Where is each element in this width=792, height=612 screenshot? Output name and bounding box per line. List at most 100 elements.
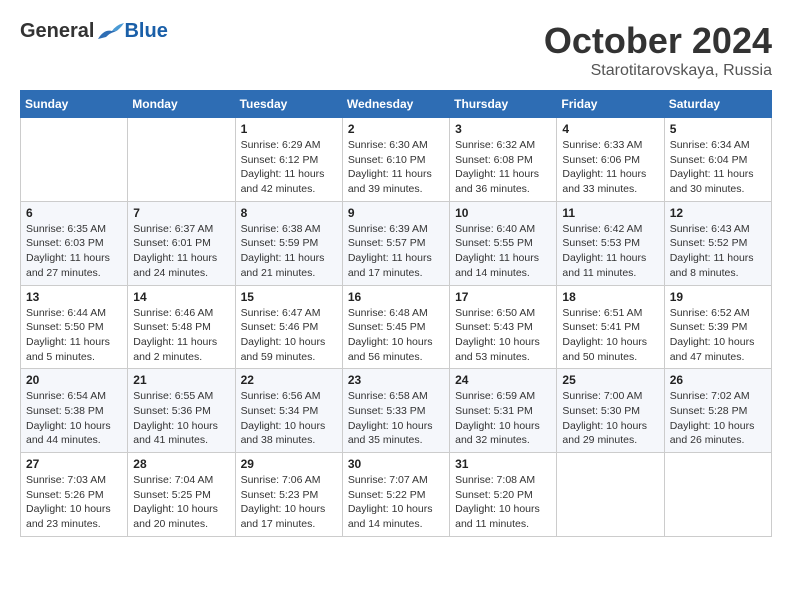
day-info: Sunrise: 6:58 AMSunset: 5:33 PMDaylight:… (348, 389, 444, 448)
calendar-day-cell (21, 118, 128, 202)
day-number: 6 (26, 206, 122, 220)
calendar-day-header: Tuesday (235, 91, 342, 118)
day-number: 5 (670, 122, 766, 136)
calendar-day-header: Wednesday (342, 91, 449, 118)
calendar-day-cell: 30 Sunrise: 7:07 AMSunset: 5:22 PMDayligh… (342, 453, 449, 537)
calendar-day-header: Thursday (450, 91, 557, 118)
calendar-day-header: Friday (557, 91, 664, 118)
day-info: Sunrise: 6:46 AMSunset: 5:48 PMDaylight:… (133, 306, 229, 365)
day-info: Sunrise: 6:50 AMSunset: 5:43 PMDaylight:… (455, 306, 551, 365)
calendar-week-row: 1 Sunrise: 6:29 AMSunset: 6:12 PMDaylight… (21, 118, 772, 202)
calendar-day-cell: 23 Sunrise: 6:58 AMSunset: 5:33 PMDayligh… (342, 369, 449, 453)
day-number: 14 (133, 290, 229, 304)
calendar-day-cell: 27 Sunrise: 7:03 AMSunset: 5:26 PMDayligh… (21, 453, 128, 537)
day-number: 16 (348, 290, 444, 304)
calendar-day-cell: 6 Sunrise: 6:35 AMSunset: 6:03 PMDaylight… (21, 201, 128, 285)
day-info: Sunrise: 7:03 AMSunset: 5:26 PMDaylight:… (26, 473, 122, 532)
calendar-day-cell: 3Sunrise: 6:32 AMSunset: 6:08 PMDaylight… (450, 118, 557, 202)
day-number: 30 (348, 457, 444, 471)
calendar-day-cell: 9 Sunrise: 6:39 AMSunset: 5:57 PMDaylight… (342, 201, 449, 285)
day-number: 19 (670, 290, 766, 304)
day-info: Sunrise: 6:56 AMSunset: 5:34 PMDaylight:… (241, 389, 337, 448)
day-number: 15 (241, 290, 337, 304)
day-info: Sunrise: 6:29 AMSunset: 6:12 PMDaylight:… (241, 138, 337, 197)
calendar-day-cell (557, 453, 664, 537)
day-info: Sunrise: 6:34 AMSunset: 6:04 PMDaylight:… (670, 138, 766, 197)
day-info: Sunrise: 6:37 AMSunset: 6:01 PMDaylight:… (133, 222, 229, 281)
day-number: 20 (26, 373, 122, 387)
day-number: 18 (562, 290, 658, 304)
logo-blue-text: Blue (124, 20, 167, 43)
day-info: Sunrise: 6:43 AMSunset: 5:52 PMDaylight:… (670, 222, 766, 281)
day-number: 9 (348, 206, 444, 220)
day-number: 2 (348, 122, 444, 136)
calendar-day-cell: 11Sunrise: 6:42 AMSunset: 5:53 PMDayligh… (557, 201, 664, 285)
day-info: Sunrise: 7:02 AMSunset: 5:28 PMDaylight:… (670, 389, 766, 448)
day-info: Sunrise: 6:44 AMSunset: 5:50 PMDaylight:… (26, 306, 122, 365)
day-info: Sunrise: 6:51 AMSunset: 5:41 PMDaylight:… (562, 306, 658, 365)
logo-general-text: General (20, 20, 94, 43)
day-info: Sunrise: 6:32 AMSunset: 6:08 PMDaylight:… (455, 138, 551, 197)
calendar-day-cell: 14 Sunrise: 6:46 AMSunset: 5:48 PMDayligh… (128, 285, 235, 369)
day-number: 8 (241, 206, 337, 220)
calendar-day-cell (128, 118, 235, 202)
day-info: Sunrise: 6:52 AMSunset: 5:39 PMDaylight:… (670, 306, 766, 365)
calendar-day-cell: 7 Sunrise: 6:37 AMSunset: 6:01 PMDaylight… (128, 201, 235, 285)
day-info: Sunrise: 6:59 AMSunset: 5:31 PMDaylight:… (455, 389, 551, 448)
day-number: 10 (455, 206, 551, 220)
day-info: Sunrise: 6:35 AMSunset: 6:03 PMDaylight:… (26, 222, 122, 281)
calendar-day-cell (664, 453, 771, 537)
day-number: 7 (133, 206, 229, 220)
calendar-day-cell: 17 Sunrise: 6:50 AMSunset: 5:43 PMDayligh… (450, 285, 557, 369)
calendar-table: SundayMondayTuesdayWednesdayThursdayFrid… (20, 90, 772, 537)
day-info: Sunrise: 6:39 AMSunset: 5:57 PMDaylight:… (348, 222, 444, 281)
title-section: October 2024 Starotitarovskaya, Russia (544, 20, 772, 80)
day-info: Sunrise: 7:08 AMSunset: 5:20 PMDaylight:… (455, 473, 551, 532)
day-info: Sunrise: 7:04 AMSunset: 5:25 PMDaylight:… (133, 473, 229, 532)
day-number: 29 (241, 457, 337, 471)
day-number: 4 (562, 122, 658, 136)
day-number: 27 (26, 457, 122, 471)
calendar-day-cell: 15 Sunrise: 6:47 AMSunset: 5:46 PMDayligh… (235, 285, 342, 369)
calendar-day-cell: 24 Sunrise: 6:59 AMSunset: 5:31 PMDayligh… (450, 369, 557, 453)
day-number: 17 (455, 290, 551, 304)
day-info: Sunrise: 6:38 AMSunset: 5:59 PMDaylight:… (241, 222, 337, 281)
day-number: 25 (562, 373, 658, 387)
calendar-day-cell: 21Sunrise: 6:55 AMSunset: 5:36 PMDayligh… (128, 369, 235, 453)
day-number: 24 (455, 373, 551, 387)
calendar-week-row: 27 Sunrise: 7:03 AMSunset: 5:26 PMDayligh… (21, 453, 772, 537)
day-info: Sunrise: 6:30 AMSunset: 6:10 PMDaylight:… (348, 138, 444, 197)
calendar-day-cell: 1 Sunrise: 6:29 AMSunset: 6:12 PMDaylight… (235, 118, 342, 202)
calendar-day-cell: 10Sunrise: 6:40 AMSunset: 5:55 PMDayligh… (450, 201, 557, 285)
day-info: Sunrise: 6:42 AMSunset: 5:53 PMDaylight:… (562, 222, 658, 281)
calendar-day-cell: 16Sunrise: 6:48 AMSunset: 5:45 PMDayligh… (342, 285, 449, 369)
calendar-day-cell: 13Sunrise: 6:44 AMSunset: 5:50 PMDayligh… (21, 285, 128, 369)
page-header: General Blue October 2024 Starotitarovsk… (20, 20, 772, 80)
month-title: October 2024 (544, 20, 772, 62)
day-info: Sunrise: 7:00 AMSunset: 5:30 PMDaylight:… (562, 389, 658, 448)
logo-bird-icon (96, 21, 124, 43)
calendar-day-cell: 20 Sunrise: 6:54 AMSunset: 5:38 PMDayligh… (21, 369, 128, 453)
calendar-header-row: SundayMondayTuesdayWednesdayThursdayFrid… (21, 91, 772, 118)
location-text: Starotitarovskaya, Russia (544, 62, 772, 80)
calendar-day-cell: 25 Sunrise: 7:00 AMSunset: 5:30 PMDayligh… (557, 369, 664, 453)
calendar-day-cell: 2 Sunrise: 6:30 AMSunset: 6:10 PMDaylight… (342, 118, 449, 202)
day-number: 12 (670, 206, 766, 220)
calendar-day-cell: 19 Sunrise: 6:52 AMSunset: 5:39 PMDayligh… (664, 285, 771, 369)
calendar-day-cell: 26Sunrise: 7:02 AMSunset: 5:28 PMDayligh… (664, 369, 771, 453)
day-info: Sunrise: 6:54 AMSunset: 5:38 PMDaylight:… (26, 389, 122, 448)
day-number: 1 (241, 122, 337, 136)
calendar-week-row: 20 Sunrise: 6:54 AMSunset: 5:38 PMDayligh… (21, 369, 772, 453)
day-number: 23 (348, 373, 444, 387)
day-info: Sunrise: 7:07 AMSunset: 5:22 PMDaylight:… (348, 473, 444, 532)
day-number: 31 (455, 457, 551, 471)
calendar-day-cell: 18 Sunrise: 6:51 AMSunset: 5:41 PMDayligh… (557, 285, 664, 369)
day-info: Sunrise: 6:55 AMSunset: 5:36 PMDaylight:… (133, 389, 229, 448)
calendar-day-cell: 29 Sunrise: 7:06 AMSunset: 5:23 PMDayligh… (235, 453, 342, 537)
day-number: 22 (241, 373, 337, 387)
calendar-day-cell: 31 Sunrise: 7:08 AMSunset: 5:20 PMDayligh… (450, 453, 557, 537)
day-info: Sunrise: 7:06 AMSunset: 5:23 PMDaylight:… (241, 473, 337, 532)
day-info: Sunrise: 6:47 AMSunset: 5:46 PMDaylight:… (241, 306, 337, 365)
calendar-week-row: 13Sunrise: 6:44 AMSunset: 5:50 PMDayligh… (21, 285, 772, 369)
calendar-day-cell: 4Sunrise: 6:33 AMSunset: 6:06 PMDaylight… (557, 118, 664, 202)
